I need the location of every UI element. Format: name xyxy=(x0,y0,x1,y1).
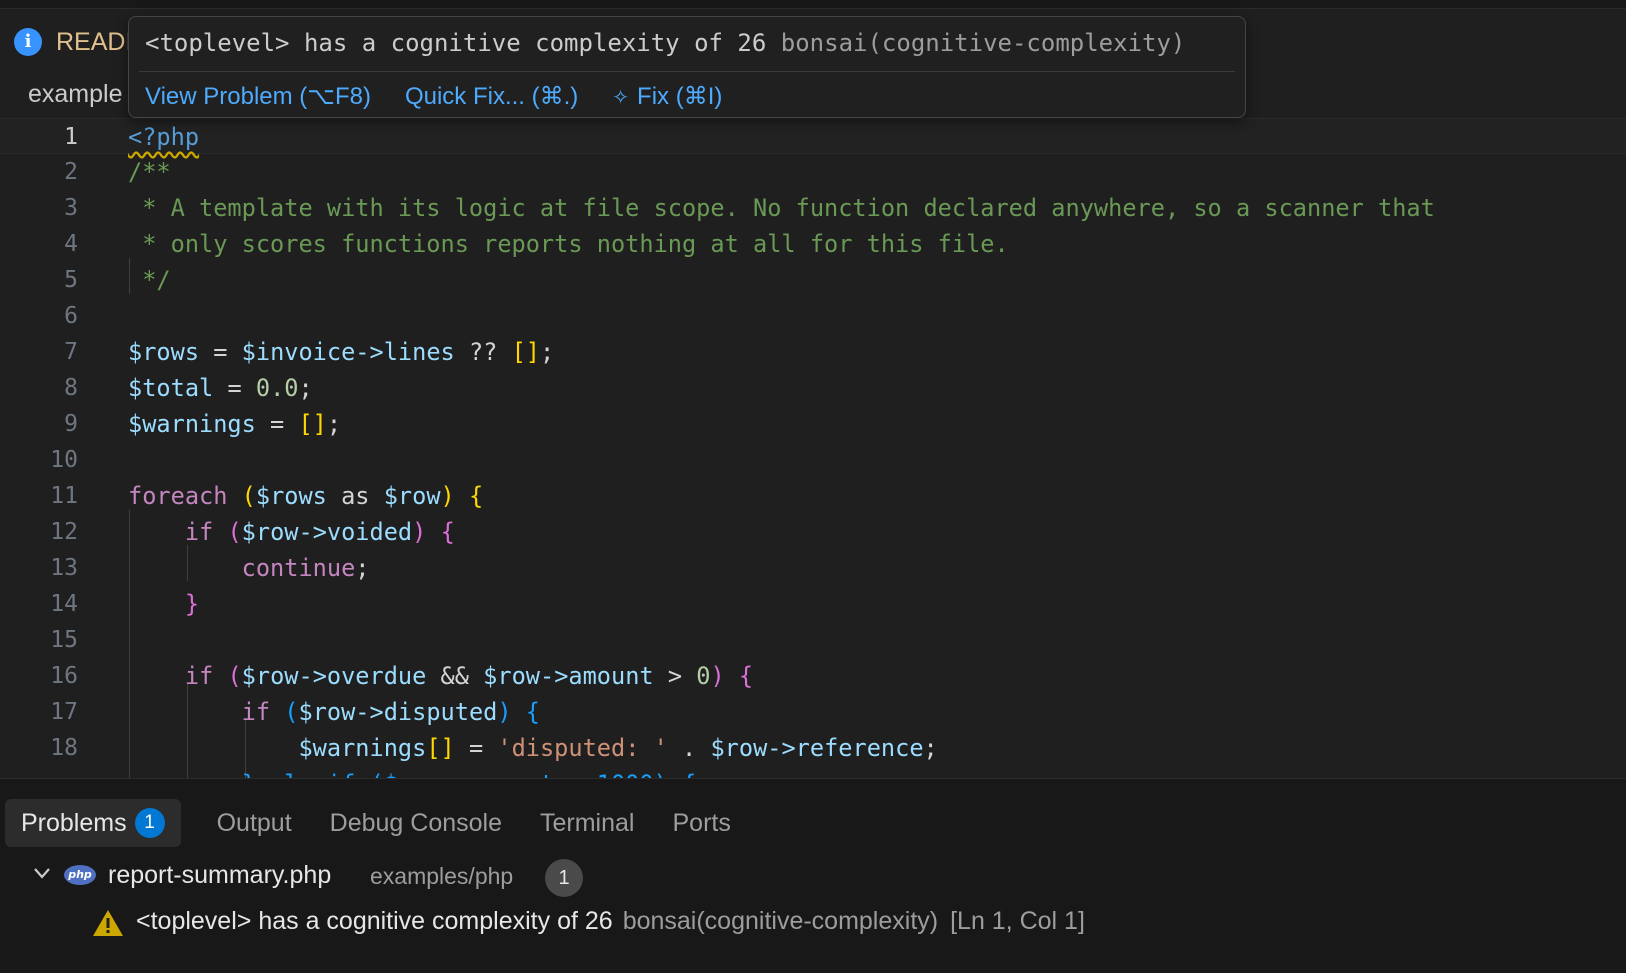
line-number: 4 xyxy=(64,231,78,257)
file-name: report-summary.php xyxy=(108,861,332,889)
hover-divider xyxy=(139,71,1235,72)
code-line[interactable]: 12 if ($row->voided) { xyxy=(0,514,1626,550)
tab-debug-console[interactable]: Debug Console xyxy=(314,799,518,847)
chevron-down-icon[interactable] xyxy=(32,863,52,883)
line-code: foreach ($rows as $row) { xyxy=(128,482,484,510)
line-code: */ xyxy=(128,266,171,294)
line-code: if ($row->voided) { xyxy=(184,518,455,546)
line-code: * only scores functions reports nothing … xyxy=(128,230,1009,258)
line-code: /** xyxy=(128,158,171,186)
line-number: 12 xyxy=(50,519,78,545)
php-open-tag: <?php xyxy=(128,123,200,151)
problem-source: bonsai(cognitive-complexity) xyxy=(622,907,939,935)
line-number: 1 xyxy=(64,124,78,150)
tab-output[interactable]: Output xyxy=(201,799,308,847)
bottom-panel: Problems 1 Output Debug Console Terminal… xyxy=(0,778,1626,973)
line-code: $warnings = []; xyxy=(128,410,342,438)
warning-icon xyxy=(93,910,123,936)
problem-item[interactable]: <toplevel> has a cognitive complexity of… xyxy=(0,901,1626,945)
file-problem-count: 1 xyxy=(545,859,583,897)
quick-fix-link[interactable]: Quick Fix... (⌘.) xyxy=(405,82,578,111)
code-line[interactable]: 15 xyxy=(0,622,1626,658)
tab-problems[interactable]: Problems 1 xyxy=(5,799,181,847)
line-number: 14 xyxy=(50,591,78,617)
problem-location: [Ln 1, Col 1] xyxy=(950,907,1085,935)
line-number: 6 xyxy=(64,303,78,329)
line-number: 11 xyxy=(50,483,78,509)
top-divider xyxy=(0,8,1626,9)
tab-terminal[interactable]: Terminal xyxy=(524,799,650,847)
top-strip xyxy=(0,0,1626,8)
code-line[interactable]: 3 * A template with its logic at file sc… xyxy=(0,190,1626,226)
problem-file-row[interactable]: php report-summary.php examples/php 1 xyxy=(0,855,1626,901)
breadcrumb-folder[interactable]: example xyxy=(28,80,123,109)
code-line[interactable]: 5 */ xyxy=(0,262,1626,298)
code-line-partial[interactable]: } elseif ($row->amount > 1000) { xyxy=(0,766,1626,778)
line-code: continue; xyxy=(241,554,370,582)
code-line[interactable]: 1 <?php xyxy=(0,118,1626,154)
line-code: if ($row->disputed) { xyxy=(241,698,540,726)
code-line[interactable]: 8 $total = 0.0; xyxy=(0,370,1626,406)
line-number: 2 xyxy=(64,159,78,185)
fix-link[interactable]: ✧ Fix (⌘I) xyxy=(612,82,722,111)
code-line[interactable]: 7 $rows = $invoice->lines ?? []; xyxy=(0,334,1626,370)
view-problem-link[interactable]: View Problem (⌥F8) xyxy=(145,82,371,111)
hover-source: bonsai(cognitive-complexity) xyxy=(780,29,1186,57)
tab-problems-label: Problems xyxy=(21,809,127,837)
code-line[interactable]: 13 continue; xyxy=(0,550,1626,586)
line-code: if ($row->overdue && $row->amount > 0) { xyxy=(184,662,754,690)
code-line[interactable]: 18 $warnings[] = 'disputed: ' . $row->re… xyxy=(0,730,1626,766)
line-number: 5 xyxy=(64,267,78,293)
line-number: 9 xyxy=(64,411,78,437)
code-line[interactable]: 11 foreach ($rows as $row) { xyxy=(0,478,1626,514)
code-line[interactable]: 16 if ($row->overdue && $row->amount > 0… xyxy=(0,658,1626,694)
hover-message-text: <toplevel> has a cognitive complexity of… xyxy=(145,29,767,57)
line-number: 3 xyxy=(64,195,78,221)
line-code: * A template with its logic at file scop… xyxy=(128,194,1435,222)
code-editor[interactable]: 1 <?php 2 /** 3 * A template with its lo… xyxy=(0,118,1626,778)
line-number: 17 xyxy=(50,699,78,725)
line-number: 15 xyxy=(50,627,78,653)
line-code: } xyxy=(184,590,200,618)
panel-tabs: Problems 1 Output Debug Console Terminal… xyxy=(0,799,747,847)
info-icon: i xyxy=(14,28,42,56)
hover-widget: <toplevel> has a cognitive complexity of… xyxy=(128,16,1246,118)
readme-tab-label[interactable]: READI xyxy=(56,28,132,57)
line-number: 18 xyxy=(50,735,78,761)
code-line[interactable]: 9 $warnings = []; xyxy=(0,406,1626,442)
hover-message: <toplevel> has a cognitive complexity of… xyxy=(145,29,1185,57)
hover-actions: View Problem (⌥F8) Quick Fix... (⌘.) ✧ Fi… xyxy=(145,79,756,113)
code-line[interactable]: 2 /** xyxy=(0,154,1626,190)
line-code: $warnings[] = 'disputed: ' . $row->refer… xyxy=(298,734,938,762)
line-code: <?php xyxy=(128,119,199,155)
line-number: 10 xyxy=(50,447,78,473)
problems-count-badge: 1 xyxy=(134,808,165,838)
line-number: 13 xyxy=(50,555,78,581)
sparkle-icon: ✧ xyxy=(612,86,630,109)
code-line[interactable]: 4 * only scores functions reports nothin… xyxy=(0,226,1626,262)
fix-link-label: Fix (⌘I) xyxy=(637,82,723,110)
line-number: 7 xyxy=(64,339,78,365)
line-number: 16 xyxy=(50,663,78,689)
tab-ports[interactable]: Ports xyxy=(656,799,746,847)
code-line[interactable]: 6 xyxy=(0,298,1626,334)
file-path: examples/php xyxy=(370,863,514,889)
code-line[interactable]: 14 } xyxy=(0,586,1626,622)
line-code: $total = 0.0; xyxy=(128,374,313,402)
problem-message-text: <toplevel> has a cognitive complexity of… xyxy=(136,907,613,935)
problem-message: <toplevel> has a cognitive complexity of… xyxy=(136,907,1085,936)
line-code: } elseif ($row->amount > 1000) { xyxy=(128,766,697,778)
code-line[interactable]: 17 if ($row->disputed) { xyxy=(0,694,1626,730)
line-number: 8 xyxy=(64,375,78,401)
php-file-icon: php xyxy=(64,865,96,885)
code-line[interactable]: 10 xyxy=(0,442,1626,478)
line-code: $rows = $invoice->lines ?? []; xyxy=(128,338,555,366)
